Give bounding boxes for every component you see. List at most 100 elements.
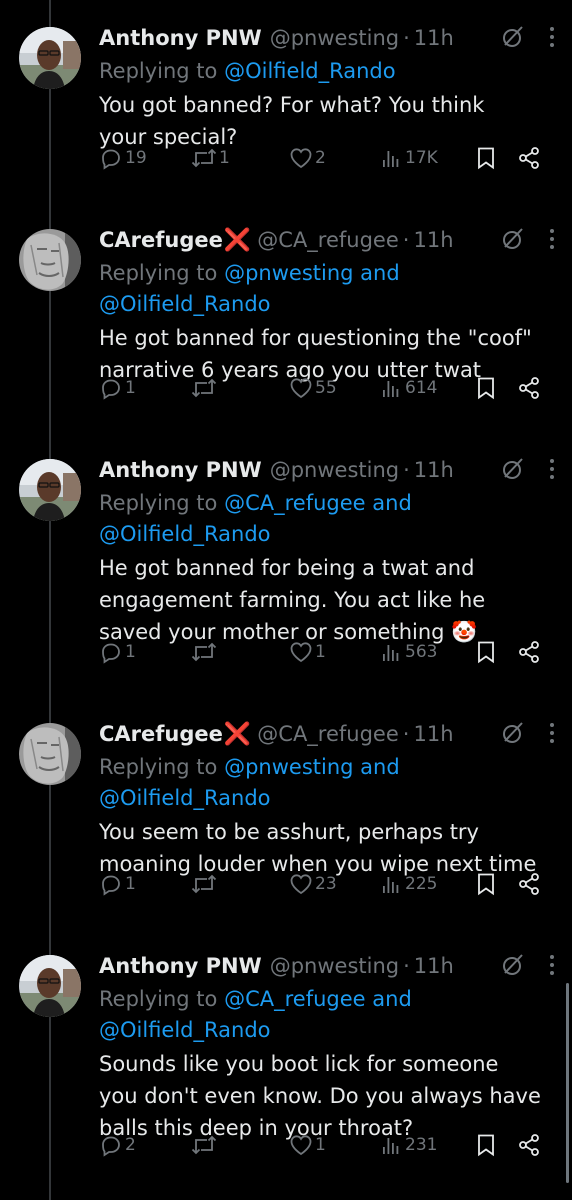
x-badge-icon: ❌: [223, 227, 252, 253]
views-button[interactable]: 17K: [381, 148, 438, 168]
avatar[interactable]: [19, 459, 81, 521]
display-name[interactable]: Anthony PNW: [99, 954, 262, 978]
user-handle[interactable]: @CA_refugee: [257, 722, 399, 746]
tweet-text-span: you don't even know. Do you always have: [99, 1084, 541, 1108]
user-handle[interactable]: @pnwesting: [270, 26, 399, 50]
tweet-content: CArefugee ❌ @CA_refugee · 11h Replying to @pn…: [99, 716, 556, 880]
like-icon: [289, 873, 313, 895]
timestamp[interactable]: 11h: [414, 458, 454, 482]
thread-line: [49, 0, 51, 1200]
more-icon[interactable]: [548, 457, 556, 481]
reply-button[interactable]: 19: [99, 146, 147, 170]
timestamp[interactable]: 11h: [413, 722, 453, 746]
avatar[interactable]: [19, 955, 81, 1017]
like-button[interactable]: 55: [289, 377, 337, 399]
retweet-button-count: 1: [219, 148, 230, 168]
bookmark-button[interactable]: [476, 872, 496, 896]
bookmark-icon: [476, 376, 496, 400]
reply-button[interactable]: 1: [99, 376, 136, 400]
like-button[interactable]: 1: [289, 641, 326, 663]
retweet-button[interactable]: 1: [191, 147, 230, 169]
bookmark-button[interactable]: [476, 146, 496, 170]
user-handle[interactable]: @pnwesting: [270, 458, 399, 482]
retweet-icon: [191, 641, 217, 663]
like-button[interactable]: 1: [289, 1134, 326, 1156]
like-button[interactable]: 23: [289, 873, 337, 895]
avatar[interactable]: [19, 27, 81, 89]
grok-icon[interactable]: [500, 456, 526, 482]
mention-link[interactable]: @pnwesting and: [224, 755, 400, 779]
reply-button[interactable]: 1: [99, 872, 136, 896]
timestamp[interactable]: 11h: [414, 26, 454, 50]
views-icon: [381, 148, 403, 168]
avatar[interactable]: [19, 723, 81, 785]
reply-icon: [99, 1133, 123, 1157]
mention-link[interactable]: @Oilfield_Rando: [99, 292, 271, 316]
mention-link[interactable]: @Oilfield_Rando: [224, 59, 396, 83]
tweet-text-span: balls this deep in your throat?: [99, 1116, 414, 1140]
grok-icon[interactable]: [500, 720, 526, 746]
views-button[interactable]: 231: [381, 1135, 437, 1155]
separator-dot: ·: [402, 722, 410, 746]
views-button-count: 17K: [405, 148, 438, 168]
share-button[interactable]: [517, 872, 541, 896]
reply-button[interactable]: 2: [99, 1133, 136, 1157]
mention-link[interactable]: @CA_refugee and: [224, 491, 412, 515]
tweet-header: CArefugee ❌ @CA_refugee · 11h: [99, 716, 556, 752]
separator-dot: ·: [402, 228, 410, 252]
x-badge-icon: ❌: [223, 721, 252, 747]
timestamp[interactable]: 11h: [413, 228, 453, 252]
more-icon[interactable]: [548, 227, 556, 251]
more-icon[interactable]: [548, 721, 556, 745]
share-button[interactable]: [517, 1133, 541, 1157]
retweet-button[interactable]: [191, 377, 219, 399]
share-button[interactable]: [517, 376, 541, 400]
clown-emoji: 🤡: [451, 620, 478, 644]
grok-icon[interactable]: [500, 226, 526, 252]
bookmark-button[interactable]: [476, 376, 496, 400]
header-icons: [500, 226, 556, 252]
bookmark-button[interactable]: [476, 1133, 496, 1157]
retweet-button[interactable]: [191, 873, 219, 895]
tweet-header: CArefugee ❌ @CA_refugee · 11h: [99, 222, 556, 258]
views-icon: [381, 642, 403, 662]
user-handle[interactable]: @pnwesting: [270, 954, 399, 978]
more-icon[interactable]: [548, 953, 556, 977]
avatar[interactable]: [19, 229, 81, 291]
more-icon[interactable]: [548, 25, 556, 49]
bookmark-button[interactable]: [476, 640, 496, 664]
display-name[interactable]: Anthony PNW: [99, 458, 262, 482]
mention-link[interactable]: @CA_refugee and: [224, 987, 412, 1011]
user-handle[interactable]: @CA_refugee: [257, 228, 399, 252]
tweet-text-span: saved your mother or something: [99, 620, 445, 644]
reply-button-count: 19: [125, 148, 147, 168]
views-button-count: 225: [405, 874, 438, 894]
header-icons: [500, 456, 556, 482]
replying-to: Replying to @pnwesting and @Oilfield_Rand…: [99, 258, 556, 320]
reply-icon: [99, 146, 123, 170]
mention-link[interactable]: @pnwesting and: [224, 261, 400, 285]
views-button[interactable]: 563: [381, 642, 437, 662]
bookmark-icon: [476, 1133, 496, 1157]
views-button[interactable]: 225: [381, 874, 437, 894]
scrollbar[interactable]: [566, 983, 569, 1183]
views-button[interactable]: 614: [381, 378, 437, 398]
retweet-button[interactable]: [191, 641, 219, 663]
retweet-button[interactable]: [191, 1134, 219, 1156]
replying-to: Replying to @CA_refugee and @Oilfield_Ran…: [99, 984, 556, 1046]
display-name[interactable]: CArefugee: [99, 228, 223, 252]
tweet-text-span: engagement farming. You act like he: [99, 588, 486, 612]
share-button[interactable]: [517, 640, 541, 664]
grok-icon[interactable]: [500, 952, 526, 978]
share-button[interactable]: [517, 146, 541, 170]
display-name[interactable]: Anthony PNW: [99, 26, 262, 50]
timestamp[interactable]: 11h: [414, 954, 454, 978]
mention-link[interactable]: @Oilfield_Rando: [99, 522, 271, 546]
like-button[interactable]: 2: [289, 147, 326, 169]
mention-link[interactable]: @Oilfield_Rando: [99, 786, 271, 810]
mention-link[interactable]: @Oilfield_Rando: [99, 1018, 271, 1042]
display-name[interactable]: CArefugee: [99, 722, 223, 746]
header-icons: [500, 720, 556, 746]
reply-button[interactable]: 1: [99, 640, 136, 664]
grok-icon[interactable]: [500, 24, 526, 50]
